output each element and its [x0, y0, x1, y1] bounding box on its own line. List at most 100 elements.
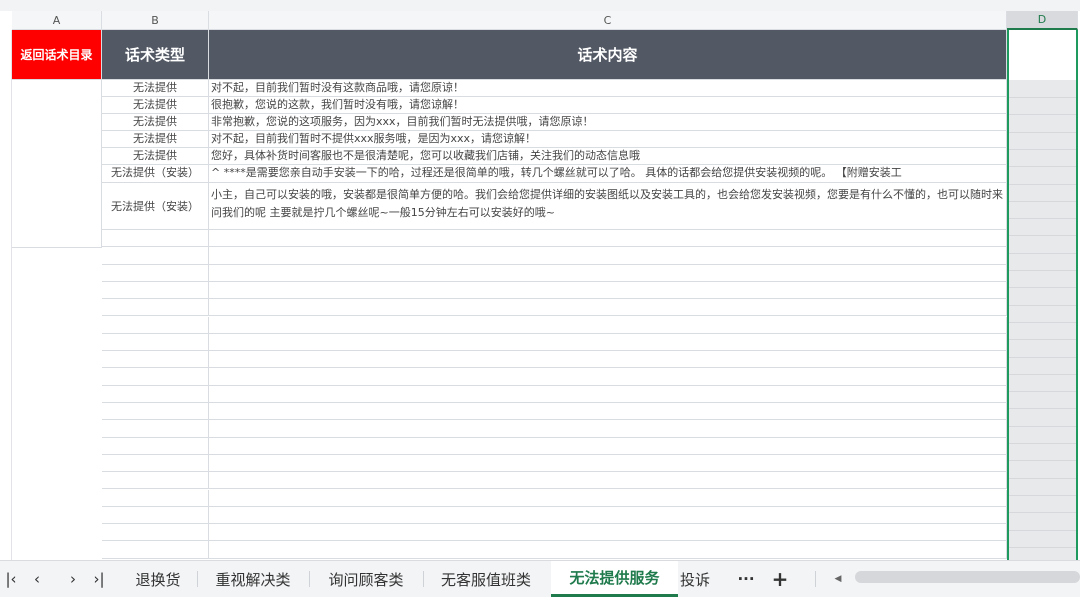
tab-separator	[197, 571, 198, 587]
type-cell[interactable]: 无法提供	[102, 97, 209, 114]
empty-cell[interactable]	[209, 316, 1007, 334]
row-line	[1009, 373, 1076, 375]
tab-returns[interactable]: 退换货	[122, 561, 194, 597]
empty-cell[interactable]	[209, 506, 1007, 525]
last-sheet-icon[interactable]: ›|	[86, 561, 112, 597]
empty-cell[interactable]	[102, 333, 209, 352]
empty-cell[interactable]	[209, 541, 1007, 559]
type-cell[interactable]: 无法提供（安装）	[102, 183, 209, 230]
empty-cell[interactable]	[102, 385, 209, 403]
empty-cell[interactable]	[102, 437, 209, 455]
row-line	[1009, 131, 1076, 133]
empty-cell[interactable]	[209, 368, 1007, 386]
row-line	[1009, 304, 1076, 306]
scroll-left-icon[interactable]: ◀	[830, 561, 846, 597]
row-line	[1009, 200, 1076, 202]
type-cell[interactable]: 无法提供	[102, 114, 209, 131]
content-cell[interactable]: 对不起，目前我们暂时不提供xxx服务哦，是因为xxx，请您谅解！	[209, 131, 1007, 148]
empty-cell[interactable]	[209, 351, 1007, 369]
empty-cell[interactable]	[102, 403, 209, 421]
column-header-b[interactable]: B	[102, 11, 209, 30]
content-cell[interactable]: 非常抱歉，您说的这项服务，因为xxx，目前我们暂时无法提供哦，请您原谅！	[209, 114, 1007, 131]
type-cell[interactable]: 无法提供	[102, 80, 209, 97]
type-cell[interactable]: 无法提供（安装）	[102, 165, 209, 183]
row-line	[1009, 97, 1076, 98]
empty-cell[interactable]	[102, 351, 209, 369]
empty-cell[interactable]	[102, 281, 209, 300]
empty-cell[interactable]	[102, 541, 209, 559]
row-line	[1009, 183, 1076, 185]
content-cell[interactable]: 小主，自己可以安装的哦，安装都是很简单方便的哈。我们会给您提供详细的安装图纸以及…	[209, 183, 1007, 230]
next-sheet-icon[interactable]: ›	[62, 561, 84, 597]
horizontal-scrollbar[interactable]	[855, 571, 1080, 583]
row-gutter	[0, 30, 12, 560]
content-cell[interactable]: ^ ****是需要您亲自动手安装一下的哈，过程还是很简单的哦，转几个螺丝就可以了…	[209, 165, 1007, 183]
content-cell[interactable]: 很抱歉，您说的这款，我们暂时没有哦，请您谅解！	[209, 97, 1007, 114]
tab-no-staff[interactable]: 无客服值班类	[426, 561, 546, 597]
column-d-header-cell[interactable]	[1009, 30, 1076, 80]
empty-cell[interactable]	[209, 420, 1007, 438]
empty-cell[interactable]	[102, 420, 209, 438]
empty-cell[interactable]	[209, 403, 1007, 421]
empty-cell[interactable]	[102, 316, 209, 334]
row-line	[1009, 408, 1076, 410]
empty-cell[interactable]	[209, 230, 1007, 248]
row-line	[1009, 235, 1076, 237]
empty-cell[interactable]	[102, 230, 209, 248]
column-header-c[interactable]: C	[209, 11, 1007, 30]
row-line	[1009, 477, 1076, 479]
tab-complaint[interactable]: 投诉	[680, 561, 726, 597]
row-line	[1009, 252, 1076, 254]
empty-cell[interactable]	[102, 506, 209, 525]
back-to-catalog-link[interactable]: 返回话术目录	[12, 30, 102, 80]
empty-cell[interactable]	[102, 264, 209, 282]
content-cell[interactable]: 对不起，目前我们暂时没有这款商品哦，请您原谅！	[209, 80, 1007, 97]
empty-cell[interactable]	[209, 299, 1007, 317]
row-line	[1009, 546, 1076, 548]
empty-cell[interactable]	[102, 368, 209, 386]
empty-cell[interactable]	[102, 299, 209, 317]
top-strip	[0, 0, 1080, 11]
row-line	[1009, 529, 1076, 531]
empty-cell[interactable]	[102, 524, 209, 542]
tab-separator	[815, 571, 816, 587]
empty-cell[interactable]	[102, 472, 209, 490]
tab-resolve[interactable]: 重视解决类	[200, 561, 306, 597]
tab-cannot-provide[interactable]: 无法提供服务	[551, 561, 678, 597]
empty-cell[interactable]	[209, 247, 1007, 265]
first-sheet-icon[interactable]: |‹	[0, 561, 22, 597]
empty-cell[interactable]	[102, 247, 209, 265]
empty-cell[interactable]	[209, 281, 1007, 300]
tab-separator	[309, 571, 310, 587]
column-header-d[interactable]: D	[1007, 11, 1078, 30]
content-header: 话术内容	[209, 30, 1007, 80]
row-line	[1009, 512, 1076, 514]
row-line	[1009, 443, 1076, 444]
empty-cell[interactable]	[209, 333, 1007, 352]
content-cell[interactable]: 您好，具体补货时间客服也不是很清楚呢，您可以收藏我们店铺，关注我们的动态信息哦	[209, 148, 1007, 165]
row-line	[1009, 287, 1076, 289]
row-line	[1009, 391, 1076, 393]
row-line	[1009, 218, 1076, 220]
empty-cell[interactable]	[209, 385, 1007, 403]
add-sheet-icon[interactable]: +	[766, 561, 794, 597]
type-cell[interactable]: 无法提供	[102, 131, 209, 148]
column-header-a[interactable]: A	[12, 11, 102, 30]
row-line	[1009, 114, 1076, 116]
tab-inquiry[interactable]: 询问顾客类	[312, 561, 420, 597]
more-tabs-icon[interactable]: ···	[732, 561, 760, 597]
column-d-selection[interactable]	[1007, 30, 1078, 560]
merged-a-cell[interactable]	[12, 80, 102, 248]
row-line	[1009, 148, 1076, 150]
empty-cell[interactable]	[209, 454, 1007, 473]
empty-cell[interactable]	[102, 454, 209, 473]
empty-cell[interactable]	[209, 524, 1007, 542]
row-line	[1009, 460, 1076, 462]
empty-cell[interactable]	[209, 264, 1007, 282]
empty-cell[interactable]	[209, 489, 1007, 507]
empty-cell[interactable]	[209, 437, 1007, 455]
empty-cell[interactable]	[209, 472, 1007, 490]
type-cell[interactable]: 无法提供	[102, 148, 209, 165]
prev-sheet-icon[interactable]: ‹	[26, 561, 48, 597]
empty-cell[interactable]	[102, 489, 209, 507]
